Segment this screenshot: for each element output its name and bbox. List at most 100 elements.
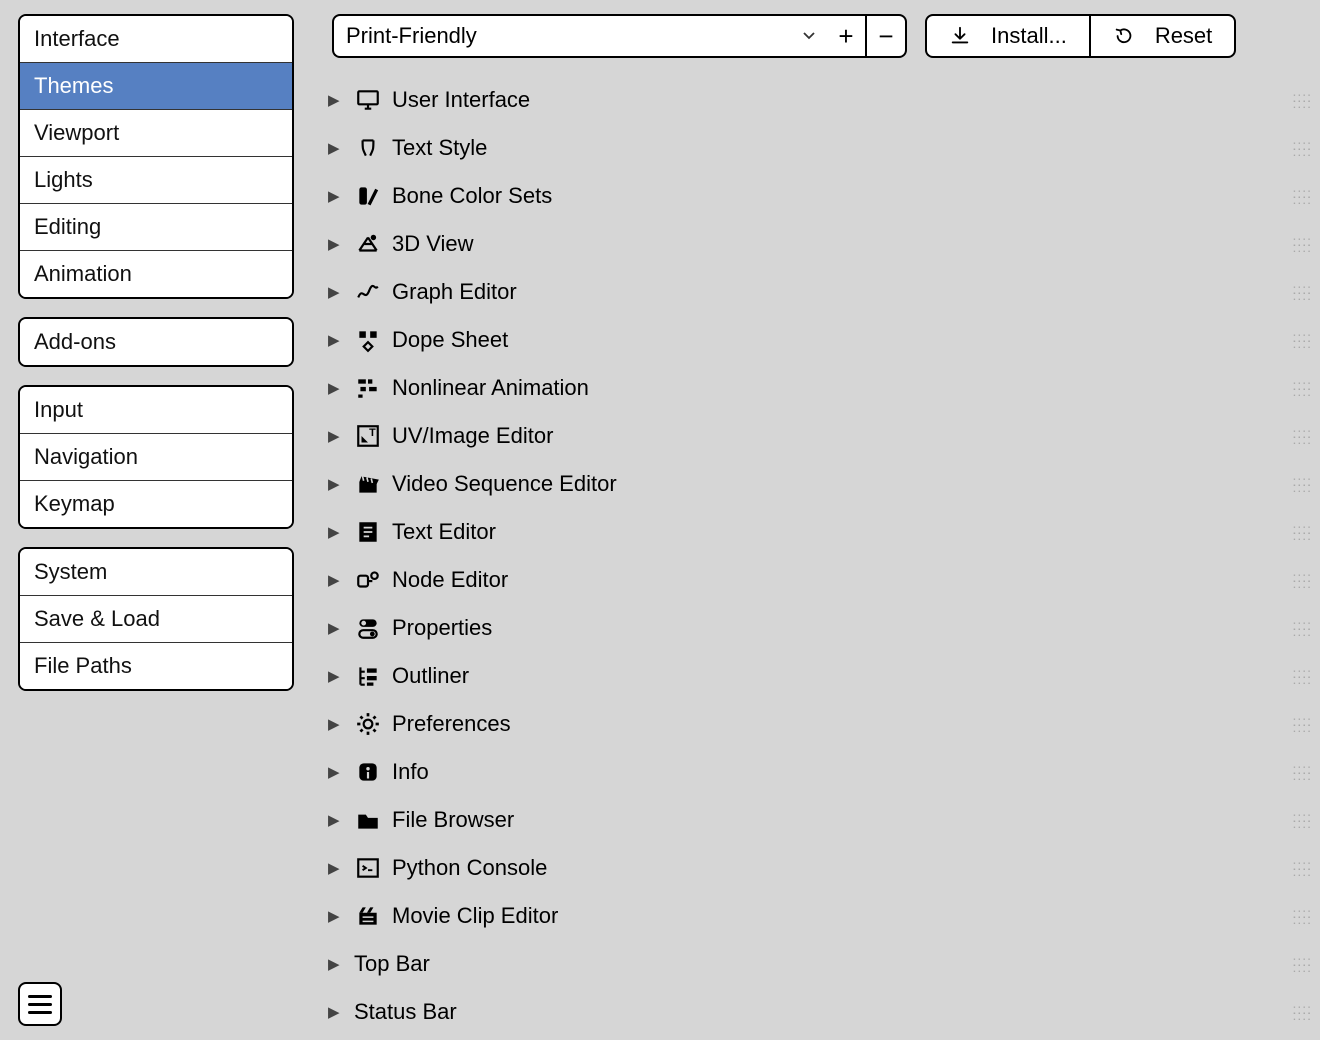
category-top-bar[interactable]: ▶Top Bar:::::::: bbox=[310, 940, 1320, 988]
sidebar-item-label: Animation bbox=[34, 261, 132, 286]
sidebar-item-system[interactable]: System bbox=[20, 549, 292, 596]
disclosure-triangle-icon: ▶ bbox=[328, 523, 348, 541]
svg-text:T: T bbox=[369, 427, 376, 439]
disclosure-triangle-icon: ▶ bbox=[328, 235, 348, 253]
disclosure-triangle-icon: ▶ bbox=[328, 427, 348, 445]
category-bone-color-sets[interactable]: ▶Bone Color Sets:::::::: bbox=[310, 172, 1320, 220]
sidebar-item-animation[interactable]: Animation bbox=[20, 251, 292, 297]
drag-handle-icon[interactable]: :::::::: bbox=[1292, 910, 1312, 922]
category-label: 3D View bbox=[392, 231, 474, 257]
drag-handle-icon[interactable]: :::::::: bbox=[1292, 238, 1312, 250]
theme-preset-dropdown[interactable]: Print-Friendly bbox=[332, 14, 827, 58]
category-nonlinear-animation[interactable]: ▶Nonlinear Animation:::::::: bbox=[310, 364, 1320, 412]
chevron-down-icon bbox=[803, 30, 815, 42]
console-icon bbox=[352, 855, 384, 881]
drag-handle-icon[interactable]: :::::::: bbox=[1292, 94, 1312, 106]
category-video-sequence-editor[interactable]: ▶Video Sequence Editor:::::::: bbox=[310, 460, 1320, 508]
reset-theme-button[interactable]: Reset bbox=[1089, 14, 1236, 58]
category-label: User Interface bbox=[392, 87, 530, 113]
sidebar-item-label: Keymap bbox=[34, 491, 115, 516]
disclosure-triangle-icon: ▶ bbox=[328, 379, 348, 397]
viewport-icon bbox=[352, 231, 384, 257]
sidebar-item-label: Save & Load bbox=[34, 606, 160, 631]
category-label: Outliner bbox=[392, 663, 469, 689]
drag-handle-icon[interactable]: :::::::: bbox=[1292, 478, 1312, 490]
category-label: UV/Image Editor bbox=[392, 423, 553, 449]
drag-handle-icon[interactable]: :::::::: bbox=[1292, 526, 1312, 538]
sidebar-item-input[interactable]: Input bbox=[20, 387, 292, 434]
text-icon bbox=[352, 135, 384, 161]
category-dope-sheet[interactable]: ▶Dope Sheet:::::::: bbox=[310, 316, 1320, 364]
category-python-console[interactable]: ▶Python Console:::::::: bbox=[310, 844, 1320, 892]
category-node-editor[interactable]: ▶Node Editor:::::::: bbox=[310, 556, 1320, 604]
drag-handle-icon[interactable]: :::::::: bbox=[1292, 958, 1312, 970]
sidebar-item-viewport[interactable]: Viewport bbox=[20, 110, 292, 157]
category-label: Properties bbox=[392, 615, 492, 641]
sidebar-item-navigation[interactable]: Navigation bbox=[20, 434, 292, 481]
sidebar-item-save-load[interactable]: Save & Load bbox=[20, 596, 292, 643]
sidebar-item-add-ons[interactable]: Add-ons bbox=[20, 319, 292, 365]
reset-label: Reset bbox=[1155, 23, 1212, 49]
category-status-bar[interactable]: ▶Status Bar:::::::: bbox=[310, 988, 1320, 1036]
preset-remove-button[interactable]: − bbox=[867, 14, 907, 58]
gear-icon bbox=[352, 711, 384, 737]
hamburger-menu-button[interactable] bbox=[18, 982, 62, 1026]
preferences-sidebar: Interface ThemesViewport Lights Editing Anim… bbox=[0, 0, 310, 1040]
drag-handle-icon[interactable]: :::::::: bbox=[1292, 766, 1312, 778]
theme-categories-panel: ▶User Interface::::::::▶Text Style::::::… bbox=[310, 72, 1320, 1040]
category-user-interface[interactable]: ▶User Interface:::::::: bbox=[310, 76, 1320, 124]
sidebar-item-lights[interactable]: Lights bbox=[20, 157, 292, 204]
drag-handle-icon[interactable]: :::::::: bbox=[1292, 574, 1312, 586]
sidebar-item-label: Add-ons bbox=[34, 329, 116, 354]
sidebar-group: System Save & Load File Paths bbox=[18, 547, 294, 691]
drag-handle-icon[interactable]: :::::::: bbox=[1292, 142, 1312, 154]
category-movie-clip-editor[interactable]: ▶ Movie Clip Editor:::::::: bbox=[310, 892, 1320, 940]
preset-add-button[interactable]: + bbox=[827, 14, 867, 58]
sidebar-item-keymap[interactable]: Keymap bbox=[20, 481, 292, 527]
disclosure-triangle-icon: ▶ bbox=[328, 715, 348, 733]
drag-handle-icon[interactable]: :::::::: bbox=[1292, 862, 1312, 874]
category-preferences[interactable]: ▶Preferences:::::::: bbox=[310, 700, 1320, 748]
category-label: Text Editor bbox=[392, 519, 496, 545]
theme-toolbar: Print-Friendly + − Install... bbox=[310, 0, 1320, 72]
drag-handle-icon[interactable]: :::::::: bbox=[1292, 190, 1312, 202]
category-label: Movie Clip Editor bbox=[392, 903, 558, 929]
graph-icon bbox=[352, 279, 384, 305]
drag-handle-icon[interactable]: :::::::: bbox=[1292, 1006, 1312, 1018]
sidebar-item-editing[interactable]: Editing bbox=[20, 204, 292, 251]
disclosure-triangle-icon: ▶ bbox=[328, 139, 348, 157]
drag-handle-icon[interactable]: :::::::: bbox=[1292, 814, 1312, 826]
drag-handle-icon[interactable]: :::::::: bbox=[1292, 670, 1312, 682]
sidebar-group: Add-ons bbox=[18, 317, 294, 367]
sidebar-item-label: Input bbox=[34, 397, 83, 422]
category-outliner[interactable]: ▶ Outliner:::::::: bbox=[310, 652, 1320, 700]
category-3d-view[interactable]: ▶ 3D View:::::::: bbox=[310, 220, 1320, 268]
category-properties[interactable]: ▶ Properties:::::::: bbox=[310, 604, 1320, 652]
category-uv-image-editor[interactable]: ▶ T UV/Image Editor:::::::: bbox=[310, 412, 1320, 460]
sidebar-item-label: Lights bbox=[34, 167, 93, 192]
category-text-editor[interactable]: ▶ Text Editor:::::::: bbox=[310, 508, 1320, 556]
category-info[interactable]: ▶Info:::::::: bbox=[310, 748, 1320, 796]
drag-handle-icon[interactable]: :::::::: bbox=[1292, 622, 1312, 634]
sidebar-item-interface[interactable]: Interface bbox=[20, 16, 292, 63]
disclosure-triangle-icon: ▶ bbox=[328, 619, 348, 637]
sidebar-item-themes[interactable]: Themes bbox=[20, 63, 292, 110]
category-graph-editor[interactable]: ▶Graph Editor:::::::: bbox=[310, 268, 1320, 316]
sidebar-item-label: Interface bbox=[34, 26, 120, 51]
drag-handle-icon[interactable]: :::::::: bbox=[1292, 430, 1312, 442]
drag-handle-icon[interactable]: :::::::: bbox=[1292, 286, 1312, 298]
disclosure-triangle-icon: ▶ bbox=[328, 667, 348, 685]
drag-handle-icon[interactable]: :::::::: bbox=[1292, 334, 1312, 346]
sidebar-item-label: File Paths bbox=[34, 653, 132, 678]
disclosure-triangle-icon: ▶ bbox=[328, 907, 348, 925]
sidebar-item-file-paths[interactable]: File Paths bbox=[20, 643, 292, 689]
drag-handle-icon[interactable]: :::::::: bbox=[1292, 382, 1312, 394]
nla-icon bbox=[352, 375, 384, 401]
category-file-browser[interactable]: ▶File Browser:::::::: bbox=[310, 796, 1320, 844]
category-text-style[interactable]: ▶Text Style:::::::: bbox=[310, 124, 1320, 172]
install-theme-button[interactable]: Install... bbox=[925, 14, 1089, 58]
preferences-main: Print-Friendly + − Install... bbox=[310, 0, 1320, 1040]
node-icon bbox=[352, 567, 384, 593]
category-label: Top Bar bbox=[354, 951, 430, 977]
drag-handle-icon[interactable]: :::::::: bbox=[1292, 718, 1312, 730]
